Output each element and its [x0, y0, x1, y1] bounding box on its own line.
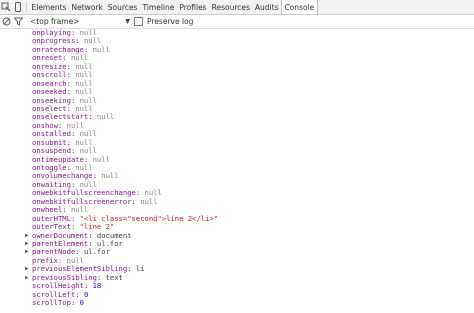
preserve-log-label: Preserve log — [147, 17, 194, 26]
property-value: 0 — [79, 298, 84, 307]
expand-triangle-icon[interactable]: ▶ — [25, 248, 28, 256]
tab-elements[interactable]: Elements — [29, 0, 69, 14]
property-key: scrollTop — [32, 298, 71, 307]
property-value: null — [140, 196, 158, 206]
property-value: ul.for — [83, 247, 110, 257]
filter-icon[interactable] — [12, 15, 24, 29]
tab-console[interactable]: Console — [280, 0, 318, 14]
tab-timeline[interactable]: Timeline — [140, 0, 177, 14]
property-value: null — [92, 44, 110, 54]
console-toolbar: <top frame> ▼ Preserve log — [0, 15, 474, 29]
property-value: 0 — [83, 289, 89, 299]
preserve-log-checkbox[interactable] — [134, 17, 143, 26]
expand-triangle-icon[interactable]: ▶ — [25, 265, 28, 273]
console-output[interactable]: onplaying: null onprogress: null onratecha… — [0, 29, 474, 313]
preserve-log-toggle[interactable]: Preserve log — [134, 17, 193, 26]
tab-profiles[interactable]: Profiles — [177, 0, 209, 14]
property-value: null — [101, 171, 119, 181]
chevron-down-icon: ▼ — [125, 18, 130, 25]
tab-audits[interactable]: Audits — [252, 0, 281, 14]
frame-selector[interactable]: <top frame> ▼ — [30, 16, 130, 27]
property-row: scrollTop: 0 — [0, 298, 474, 307]
devtools-tabbar: Elements Network Sources Timeline Profil… — [0, 0, 474, 15]
tabbar-separator — [26, 2, 27, 12]
expand-triangle-icon[interactable]: ▶ — [25, 232, 28, 240]
frame-selector-label: <top frame> — [30, 17, 80, 26]
property-value: null — [92, 154, 110, 164]
device-mode-icon[interactable] — [12, 0, 24, 14]
property-value: 18 — [92, 281, 102, 291]
tab-network[interactable]: Network — [69, 0, 105, 14]
tab-sources[interactable]: Sources — [105, 0, 140, 14]
property-entry: scrollTop: 0 — [32, 298, 84, 307]
property-value: null — [96, 112, 115, 122]
expand-triangle-icon[interactable]: ▶ — [25, 274, 28, 282]
clear-console-icon[interactable] — [0, 15, 12, 29]
property-value: text — [105, 272, 123, 282]
expand-triangle-icon[interactable]: ▶ — [25, 240, 28, 248]
inspect-element-icon[interactable] — [0, 0, 12, 14]
property-value: li — [135, 264, 145, 274]
tab-resources[interactable]: Resources — [209, 0, 252, 14]
